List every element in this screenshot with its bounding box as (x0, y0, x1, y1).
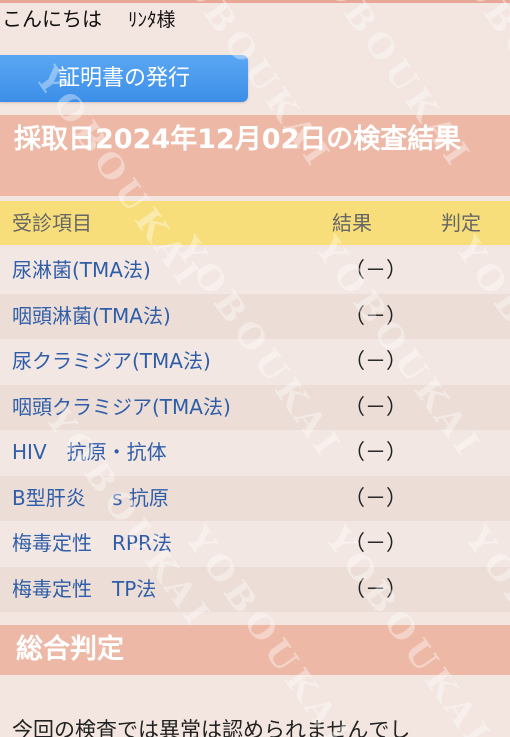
test-result: （－） (344, 394, 407, 419)
top-border (0, 0, 510, 3)
table-row: 梅毒定性 TP法 （－） (0, 566, 510, 612)
test-result: （－） (344, 303, 407, 328)
greeting: こんにちは ﾘﾝﾀ様 (0, 6, 510, 32)
results-title: 採取日2024年12月02日の検査結果 (0, 115, 510, 196)
overall-judgement-title: 総合判定 (0, 625, 510, 675)
overall-judgement-text: 今回の検査では異常は認められませんでし (12, 718, 411, 737)
test-item-name: B型肝炎 s 抗原 (12, 485, 169, 510)
test-result: （－） (344, 576, 407, 601)
test-result: （－） (344, 258, 407, 282)
table-row: 梅毒定性 RPR法 （－） (0, 521, 510, 567)
user-name: ﾘﾝﾀ様 (128, 9, 176, 31)
column-header-result: 結果 (332, 211, 372, 235)
test-item-name: 咽頭クラミジア(TMA法) (12, 394, 231, 419)
results-table: 尿淋菌(TMA法) （－） 咽頭淋菌(TMA法) （－） 尿クラミジア(TMA法… (0, 248, 510, 612)
test-item-name: 梅毒定性 RPR法 (12, 531, 172, 555)
test-item-name: 尿クラミジア(TMA法) (12, 349, 211, 373)
results-page: こんにちは ﾘﾝﾀ様 証明書の発行 採取日2024年12月02日の検査結果 受診項… (0, 0, 510, 737)
column-header-judgement: 判定 (441, 211, 481, 235)
greeting-text: こんにちは (2, 7, 102, 31)
table-row: 尿クラミジア(TMA法) （－） (0, 339, 510, 385)
test-item-name: 尿淋菌(TMA法) (12, 258, 151, 282)
table-row: B型肝炎 s 抗原 （－） (0, 475, 510, 521)
test-result: （－） (344, 440, 407, 464)
table-row: 咽頭クラミジア(TMA法) （－） (0, 384, 510, 430)
test-item-name: 梅毒定性 TP法 (12, 576, 157, 601)
issue-certificate-button[interactable]: 証明書の発行 (0, 55, 248, 102)
test-result: （－） (344, 485, 407, 510)
table-row: 咽頭淋菌(TMA法) （－） (0, 293, 510, 339)
table-header: 受診項目 結果 判定 (0, 201, 510, 245)
test-item-name: HIV 抗原・抗体 (12, 440, 167, 464)
column-header-item: 受診項目 (12, 211, 92, 235)
table-row: 尿淋菌(TMA法) （－） (0, 248, 510, 294)
test-result: （－） (344, 349, 407, 373)
table-row: HIV 抗原・抗体 （－） (0, 430, 510, 476)
test-result: （－） (344, 531, 407, 555)
test-item-name: 咽頭淋菌(TMA法) (12, 303, 171, 328)
